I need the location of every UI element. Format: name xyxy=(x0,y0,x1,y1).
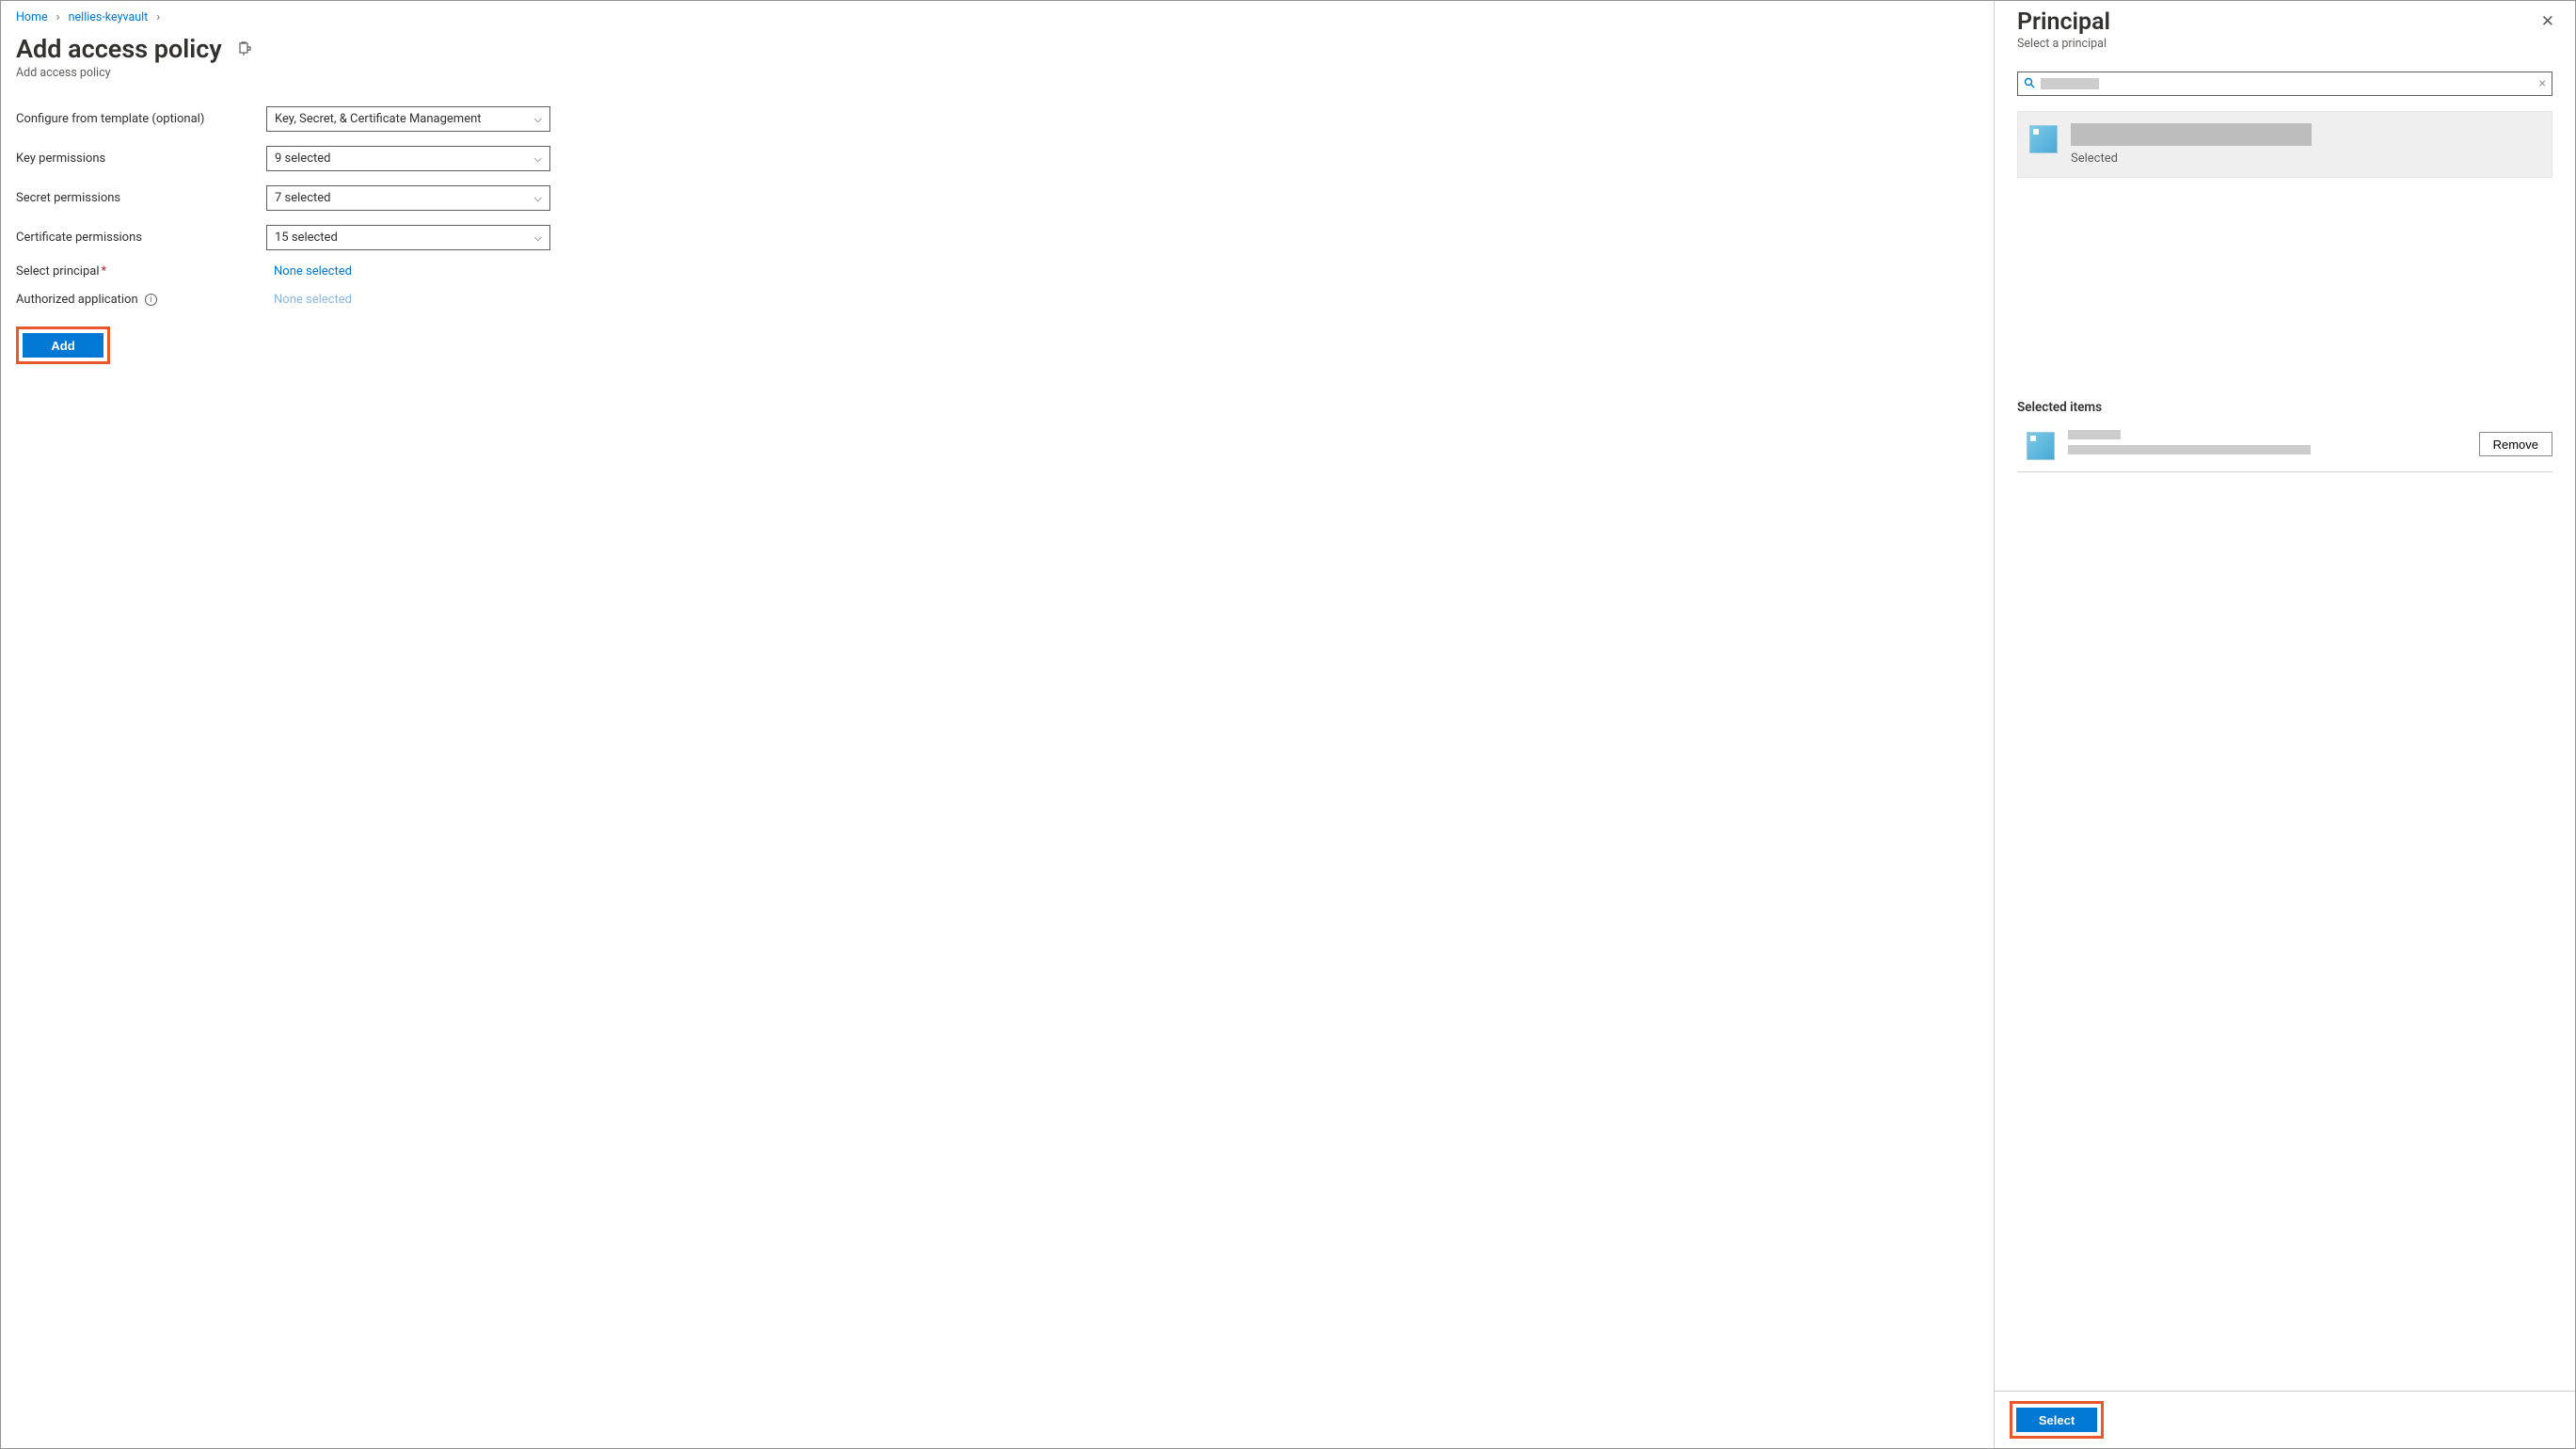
template-dropdown[interactable]: Key, Secret, & Certificate Management ⌵ xyxy=(266,106,550,132)
avatar xyxy=(2029,125,2058,153)
authorized-application-label: Authorized application i xyxy=(16,293,266,307)
key-permissions-dropdown[interactable]: 9 selected ⌵ xyxy=(266,146,550,171)
panel-footer: Select xyxy=(1995,1391,2575,1448)
select-button-highlight: Select xyxy=(2010,1401,2104,1439)
search-result-item[interactable]: Selected xyxy=(2017,111,2552,178)
key-permissions-label: Key permissions xyxy=(16,151,266,166)
principal-search-input[interactable]: × xyxy=(2017,72,2552,96)
selected-items-heading: Selected items xyxy=(2017,400,2552,415)
template-label: Configure from template (optional) xyxy=(16,112,266,126)
remove-button[interactable]: Remove xyxy=(2479,432,2552,456)
select-principal-label: Select principal* xyxy=(16,264,266,279)
breadcrumb-keyvault[interactable]: nellies-keyvault xyxy=(69,10,149,24)
principal-panel: Principal Select a principal ✕ × Selecte… xyxy=(1995,1,2575,1448)
result-name-redacted xyxy=(2071,123,2312,146)
add-button-highlight: Add xyxy=(16,326,110,364)
page-title: Add access policy xyxy=(16,34,222,64)
select-button[interactable]: Select xyxy=(2016,1408,2097,1432)
panel-title: Principal xyxy=(2017,8,2552,36)
avatar xyxy=(2027,432,2055,460)
selected-name-redacted xyxy=(2068,430,2121,439)
chevron-right-icon: › xyxy=(156,10,160,24)
certificate-permissions-value: 15 selected xyxy=(275,231,338,245)
pin-icon[interactable] xyxy=(237,34,252,60)
add-button[interactable]: Add xyxy=(23,333,103,358)
chevron-down-icon: ⌵ xyxy=(534,113,542,126)
clear-icon[interactable]: × xyxy=(2539,76,2546,91)
info-icon[interactable]: i xyxy=(145,294,157,306)
certificate-permissions-label: Certificate permissions xyxy=(16,231,266,245)
app-frame: Home › nellies-keyvault › Add access pol… xyxy=(0,0,2576,1449)
certificate-permissions-dropdown[interactable]: 15 selected ⌵ xyxy=(266,225,550,250)
search-value-redacted xyxy=(2041,78,2099,89)
key-permissions-value: 9 selected xyxy=(275,151,330,166)
secret-permissions-label: Secret permissions xyxy=(16,191,266,205)
secret-permissions-dropdown[interactable]: 7 selected ⌵ xyxy=(266,185,550,211)
secret-permissions-value: 7 selected xyxy=(275,191,330,205)
chevron-down-icon: ⌵ xyxy=(534,152,542,166)
chevron-down-icon: ⌵ xyxy=(534,192,542,205)
search-icon xyxy=(2024,77,2035,91)
selected-id-redacted xyxy=(2068,445,2311,454)
page-subtitle: Add access policy xyxy=(16,66,1979,80)
select-principal-link[interactable]: None selected xyxy=(266,264,352,279)
panel-subtitle: Select a principal xyxy=(2017,37,2552,51)
selected-item-row: Remove xyxy=(2017,424,2552,472)
template-dropdown-value: Key, Secret, & Certificate Management xyxy=(275,112,482,126)
chevron-right-icon: › xyxy=(56,10,60,24)
result-status: Selected xyxy=(2071,151,2540,166)
breadcrumb: Home › nellies-keyvault › xyxy=(16,10,1979,24)
main-content: Home › nellies-keyvault › Add access pol… xyxy=(1,1,1995,1448)
close-icon[interactable]: ✕ xyxy=(2541,14,2554,30)
authorized-application-link: None selected xyxy=(266,293,352,307)
chevron-down-icon: ⌵ xyxy=(534,231,542,245)
breadcrumb-home[interactable]: Home xyxy=(16,10,48,24)
